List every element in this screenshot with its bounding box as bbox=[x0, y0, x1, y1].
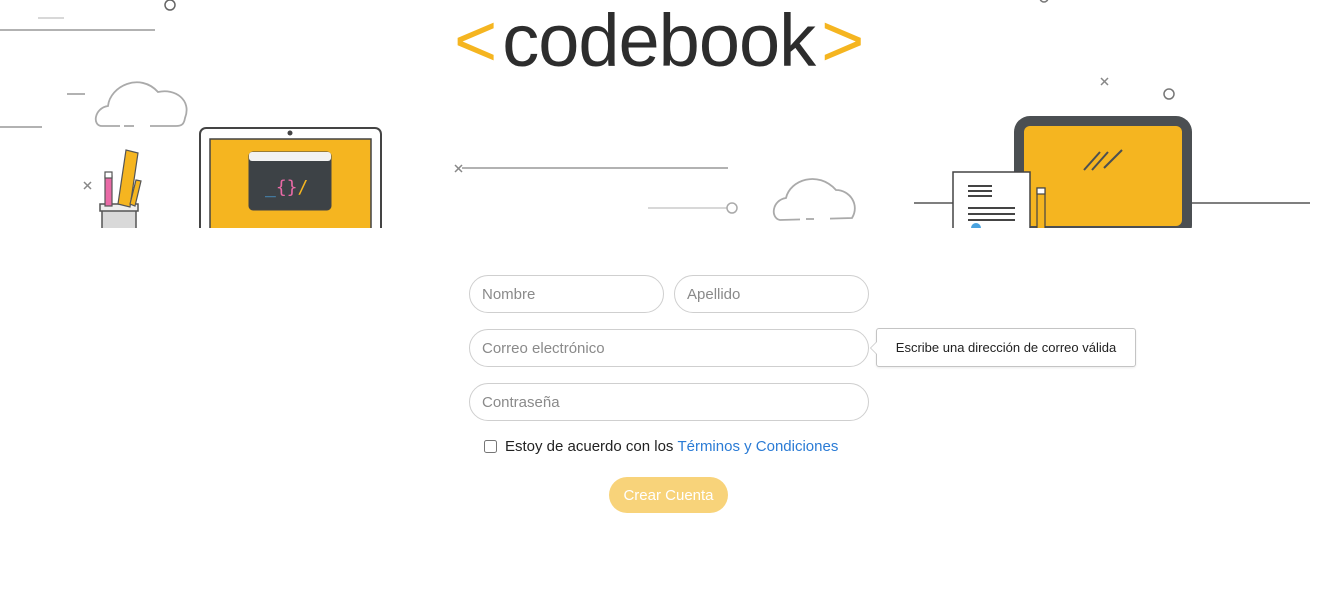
deco-circle bbox=[1039, 0, 1049, 3]
close-icon bbox=[454, 164, 463, 173]
close-icon bbox=[83, 181, 92, 190]
first-name-input[interactable] bbox=[469, 275, 664, 313]
terms-text: Estoy de acuerdo con los bbox=[505, 438, 674, 455]
code-braces-text: _{}/ bbox=[265, 177, 308, 198]
deco-circle bbox=[1163, 88, 1175, 100]
email-validation-message: Escribe una dirección de correo válida bbox=[895, 340, 1117, 355]
cloud-icon bbox=[772, 178, 856, 221]
logo-wordmark: codebook bbox=[502, 0, 816, 82]
brand-logo: <codebook> bbox=[454, 0, 864, 86]
terms-agreement: Estoy de acuerdo con los Términos y Cond… bbox=[483, 438, 838, 455]
hero-illustration: _{}/ <codebook> bbox=[0, 0, 1338, 228]
password-input[interactable] bbox=[469, 383, 869, 421]
pencil-cup-icon bbox=[99, 149, 142, 228]
email-input[interactable] bbox=[469, 329, 869, 367]
deco-circle bbox=[164, 0, 176, 11]
create-account-button[interactable]: Crear Cuenta bbox=[609, 477, 728, 513]
close-icon bbox=[1100, 77, 1109, 86]
deco-circle bbox=[726, 202, 738, 214]
logo-left-bracket: < bbox=[454, 0, 497, 82]
terms-checkbox[interactable] bbox=[484, 440, 497, 453]
email-validation-tooltip: Escribe una dirección de correo válida bbox=[870, 328, 1136, 367]
last-name-input[interactable] bbox=[674, 275, 869, 313]
cloud-icon bbox=[94, 81, 188, 127]
terms-link[interactable]: Términos y Condiciones bbox=[677, 438, 838, 455]
logo-right-bracket: > bbox=[821, 0, 864, 82]
